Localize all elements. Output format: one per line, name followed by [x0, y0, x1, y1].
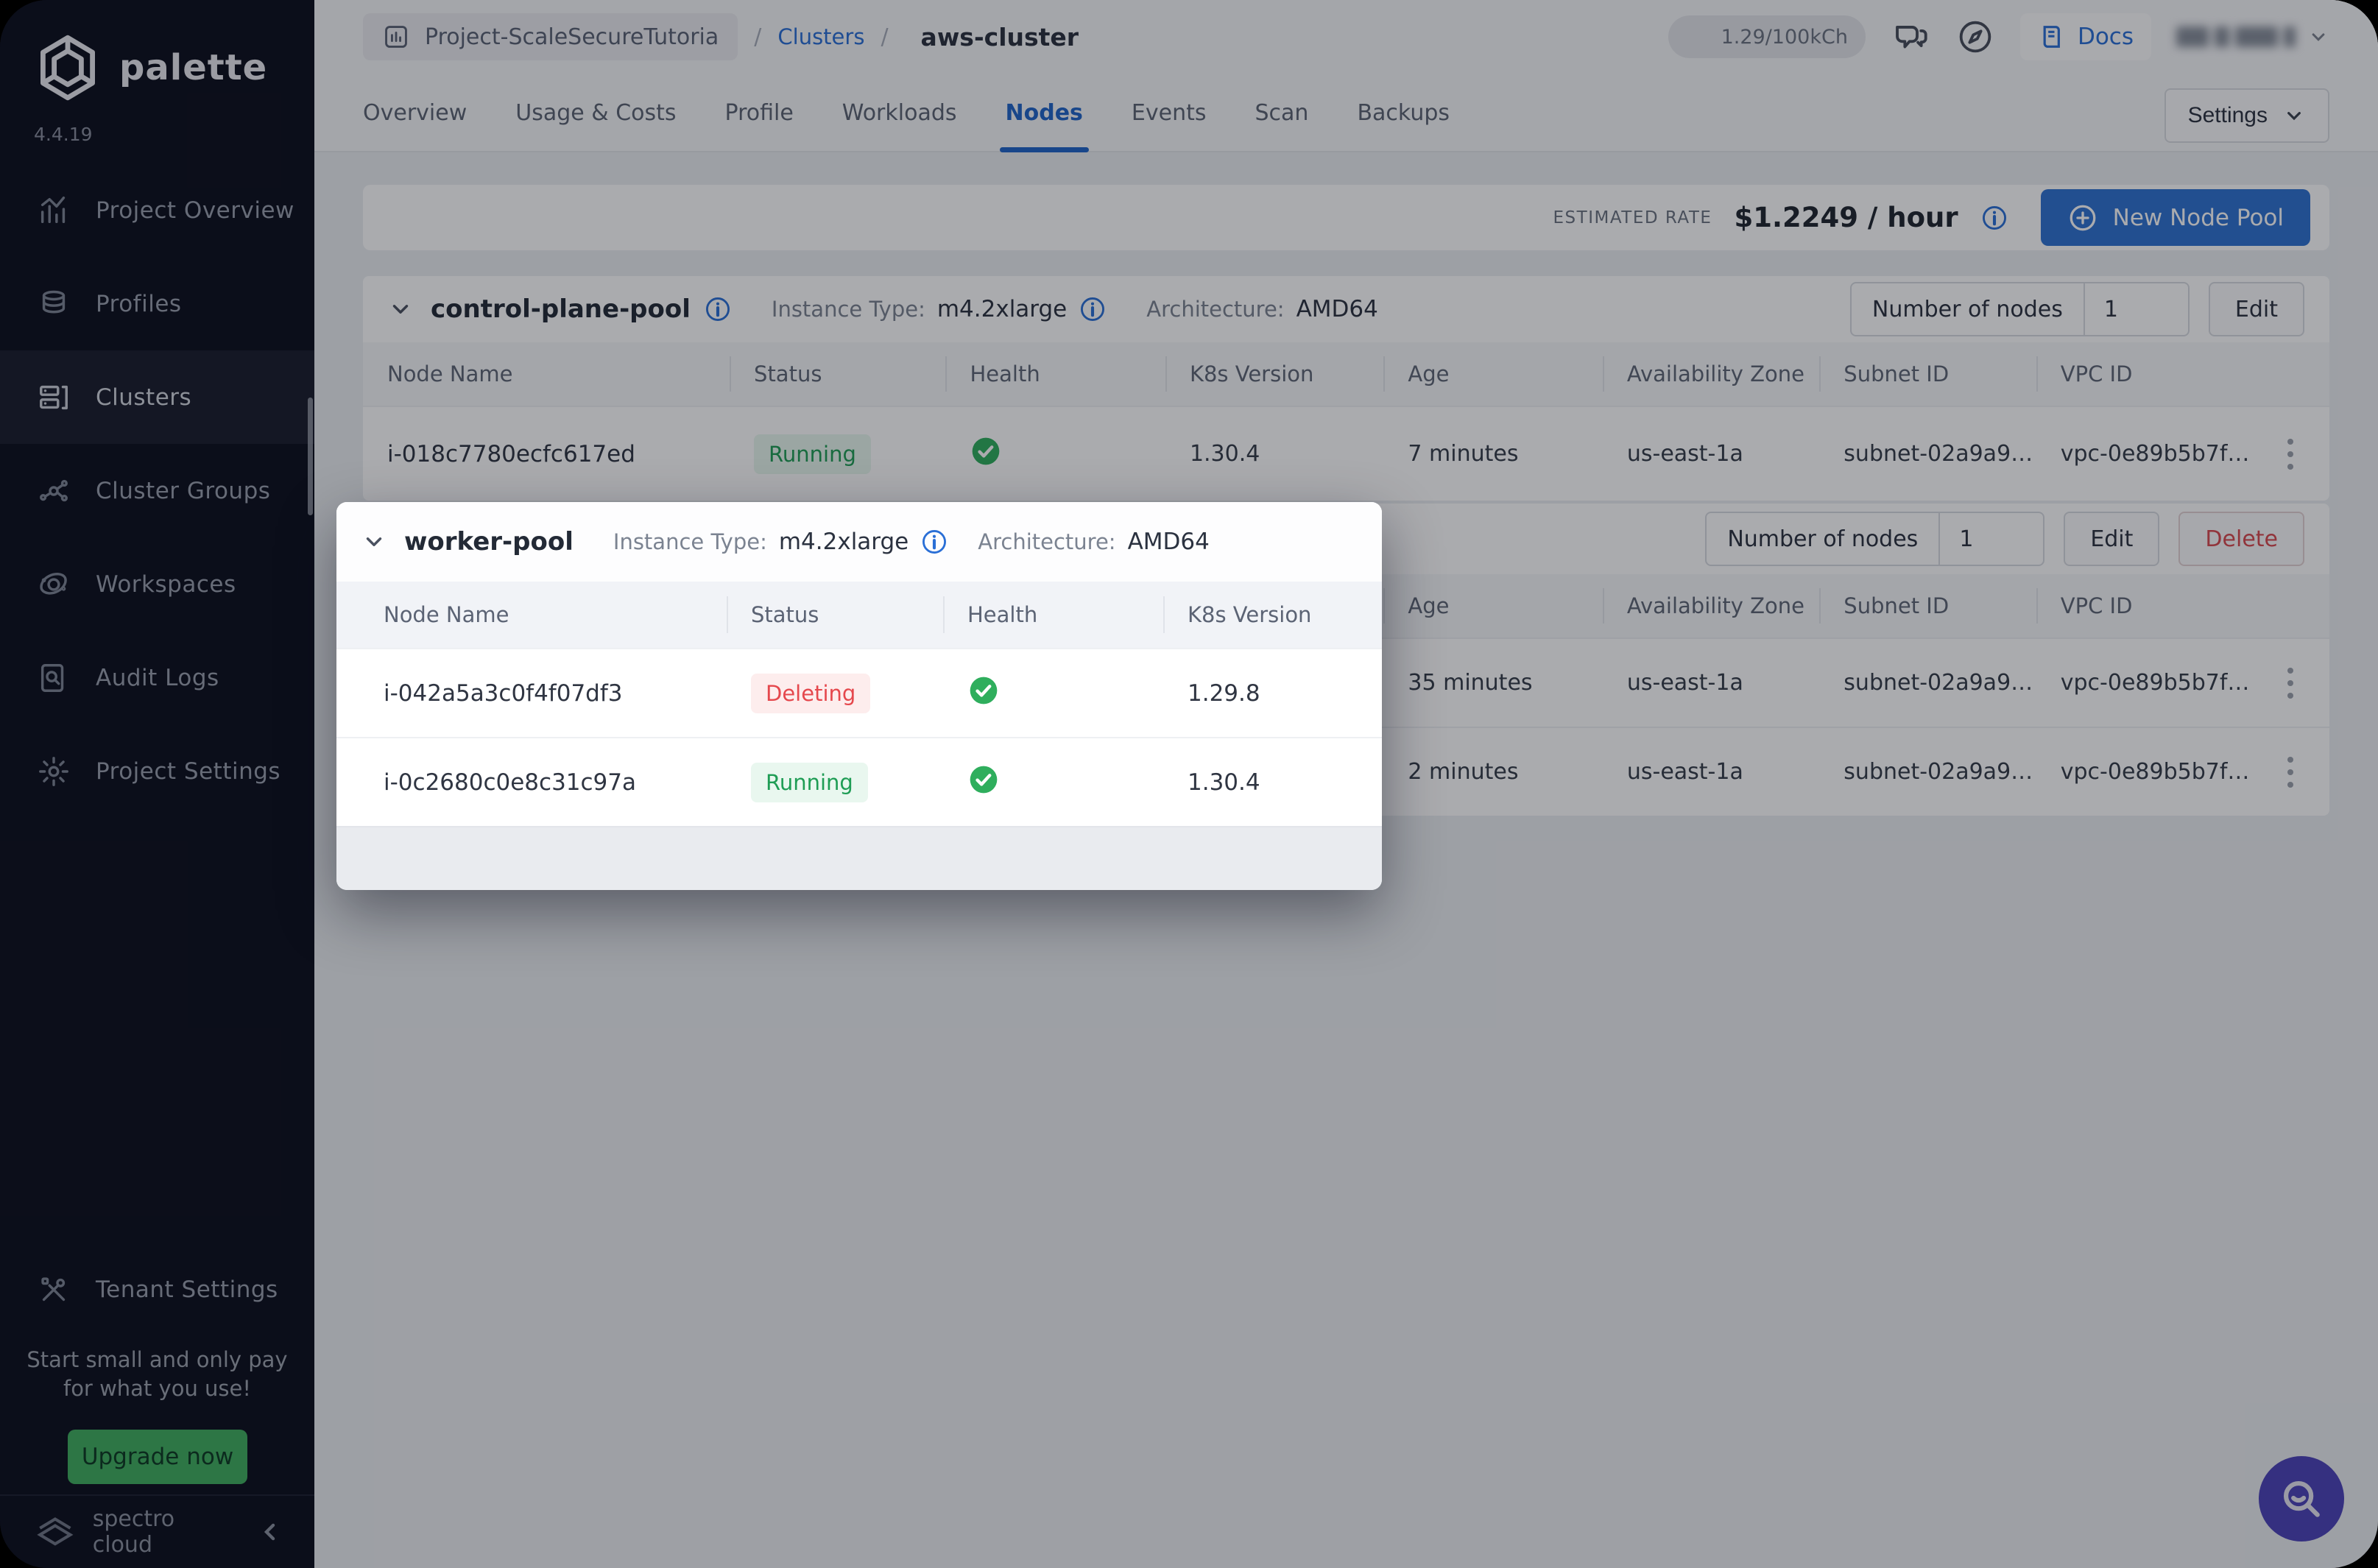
info-icon[interactable] [920, 528, 948, 556]
architecture-value: AMD64 [1128, 529, 1210, 555]
node-name: i-0c2680c0e8c31c97a [336, 769, 727, 796]
architecture-label: Architecture: [978, 529, 1115, 554]
health-check-icon [967, 763, 1000, 796]
status-badge: Running [751, 763, 868, 802]
worker-pool-header: worker-pool Instance Type: m4.2xlarge Ar… [336, 502, 1382, 582]
instance-type-label: Instance Type: [613, 529, 767, 554]
worker-pool-spotlight-card: worker-pool Instance Type: m4.2xlarge Ar… [336, 502, 1382, 890]
table-header-row: Node Name Status Health K8s Version [336, 582, 1382, 648]
status-badge: Deleting [751, 674, 870, 713]
node-name: i-042a5a3c0f4f07df3 [336, 680, 727, 707]
app-window: palette 4.4.19 Project Overview Profiles… [0, 0, 2378, 1568]
card-footer-strip [336, 826, 1382, 890]
k8s-version: 1.30.4 [1163, 769, 1382, 796]
table-row: i-042a5a3c0f4f07df3 Deleting 1.29.8 [336, 648, 1382, 737]
table-row: i-0c2680c0e8c31c97a Running 1.30.4 [336, 737, 1382, 826]
k8s-version: 1.29.8 [1163, 680, 1382, 707]
collapse-pool-icon[interactable] [361, 529, 387, 554]
instance-type-value: m4.2xlarge [779, 529, 908, 555]
pool-name: worker-pool [404, 527, 574, 557]
health-check-icon [967, 674, 1000, 707]
